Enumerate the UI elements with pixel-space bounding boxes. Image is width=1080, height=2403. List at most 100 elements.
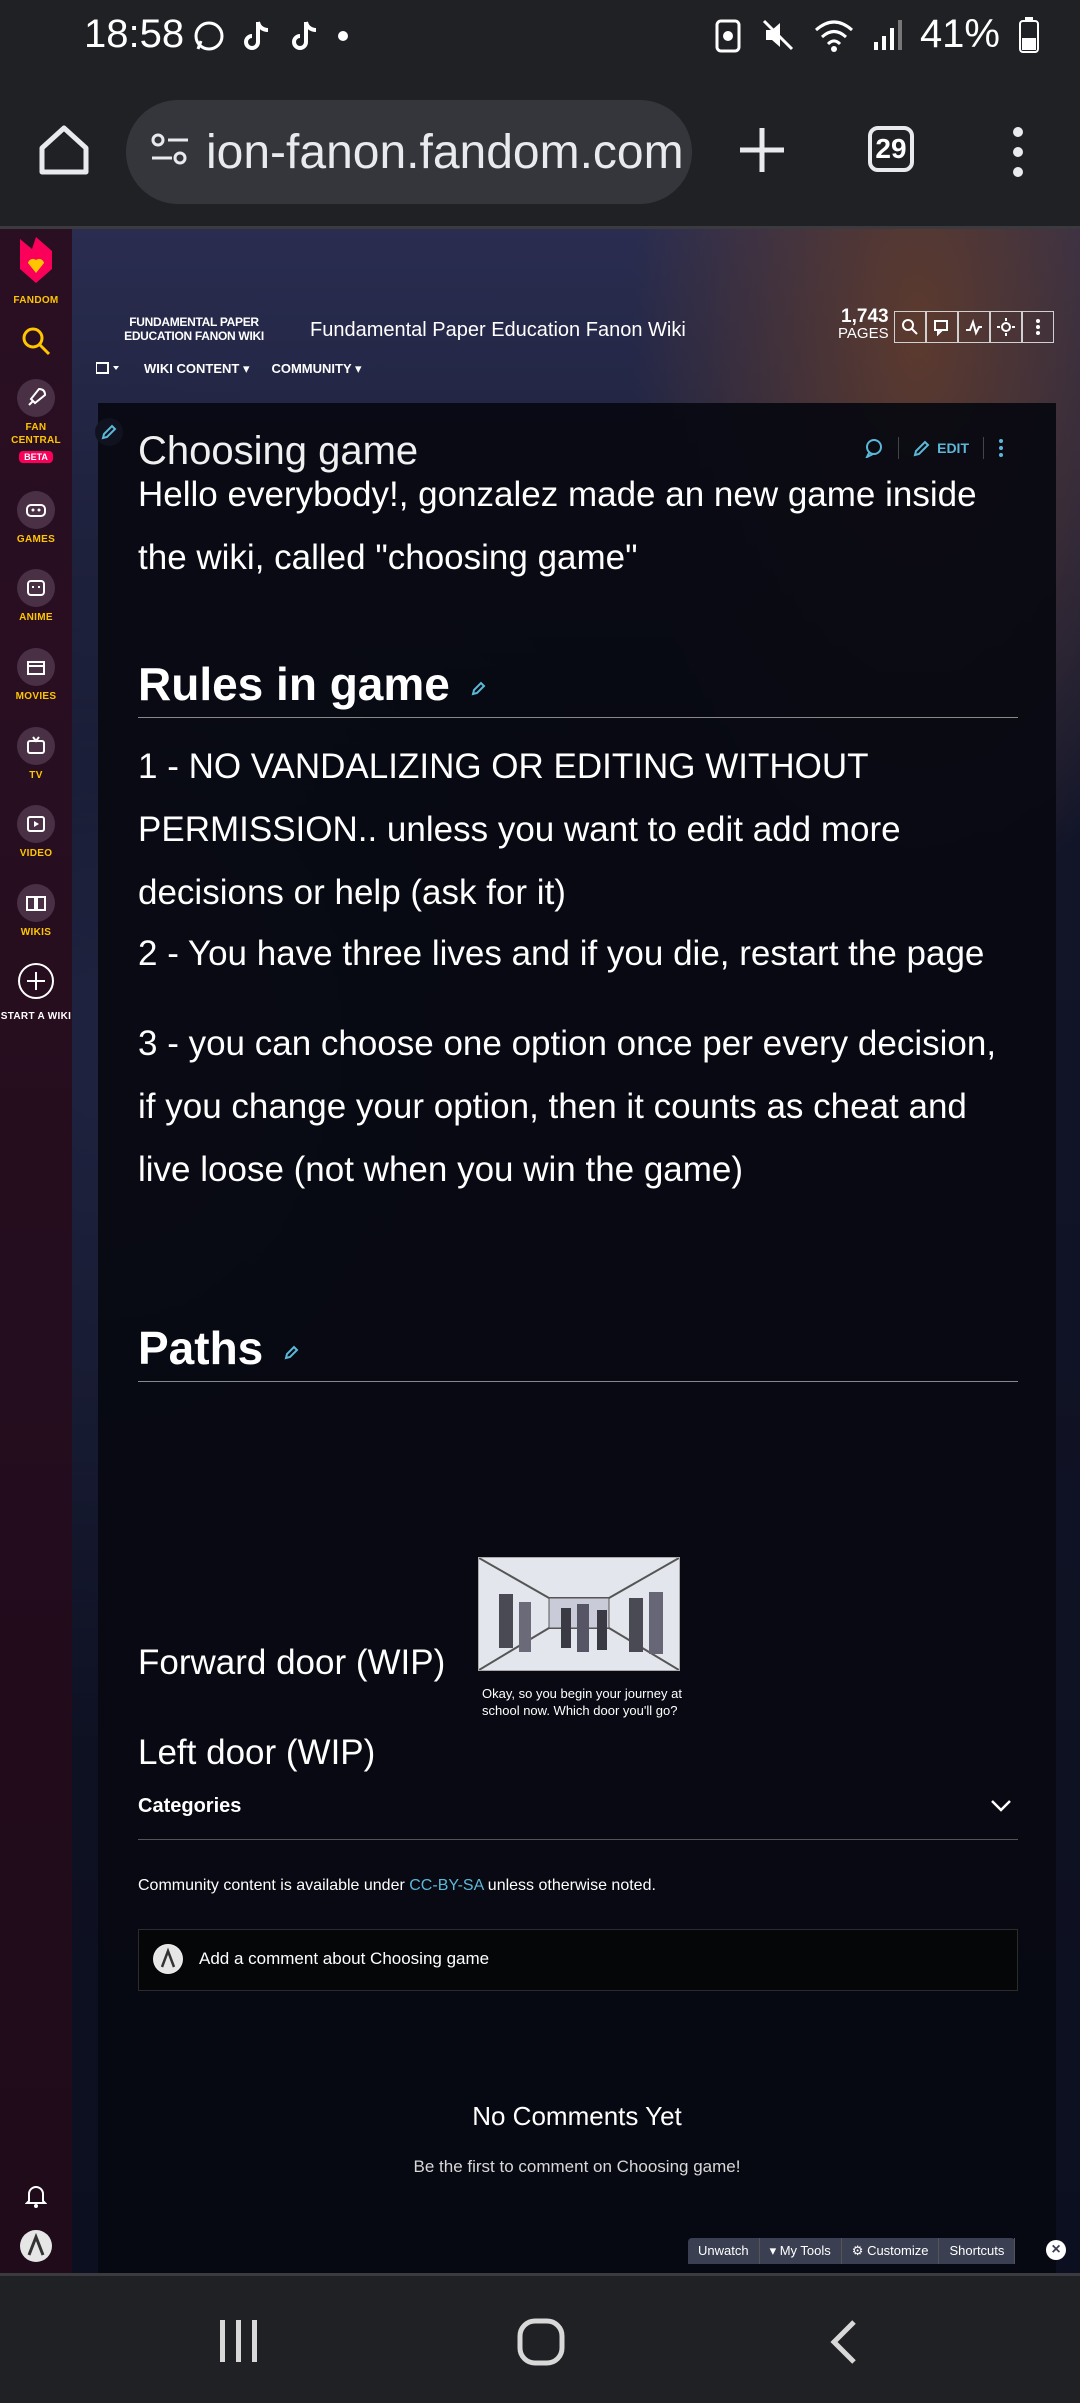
fandom-global-nav: FANDOM FAN CENTRAL BETA GAMES ANIME MOVI… <box>0 229 72 2273</box>
rail-item-wikis[interactable]: WIKIS <box>0 884 72 939</box>
section-heading-rules: Rules in game <box>138 657 1018 718</box>
pencil-icon[interactable] <box>284 1344 300 1360</box>
tiktok-icon <box>292 21 317 50</box>
play-icon <box>17 805 55 843</box>
search-icon <box>22 327 51 356</box>
back-icon[interactable] <box>826 2318 860 2366</box>
more-vert-icon[interactable] <box>1008 124 1028 180</box>
school-hallway-image[interactable] <box>478 1557 680 1671</box>
actions-divider <box>898 437 900 459</box>
notifications-button[interactable] <box>0 2183 72 2214</box>
rail-item-anime[interactable]: ANIME <box>0 569 72 624</box>
site-settings-icon[interactable] <box>148 128 192 172</box>
rail-item-movies[interactable]: MOVIES <box>0 648 72 703</box>
tiktok-icon <box>244 21 269 50</box>
beta-badge: BETA <box>19 451 53 463</box>
article-content: Choosing game EDIT Hello everybody!, gon… <box>95 403 1056 2273</box>
tv-icon <box>17 727 55 765</box>
pages-count-number: 1,743 <box>841 306 889 327</box>
rail-item-video[interactable]: VIDEO <box>0 805 72 860</box>
unwatch-button[interactable]: Unwatch <box>688 2238 760 2264</box>
path-left-door[interactable]: Left door (WIP) <box>138 1733 375 1773</box>
no-comments-subtitle: Be the first to comment on Choosing game… <box>413 2157 741 2176</box>
explore-menu[interactable] <box>95 361 122 377</box>
home-icon[interactable] <box>36 122 92 178</box>
rail-label: ANIME <box>19 612 53 623</box>
tab-switcher-button[interactable]: 29 <box>868 126 914 172</box>
wiki-header: FUNDAMENTAL PAPER EDUCATION FANON WIKI F… <box>95 299 1060 419</box>
fandom-logo-link[interactable]: FANDOM <box>0 235 72 307</box>
gamepad-icon <box>17 491 55 529</box>
rule-paragraph: 1 - NO VANDALIZING OR EDITING WITHOUT PE… <box>138 747 901 912</box>
rail-search[interactable] <box>0 325 72 362</box>
intro-paragraph: Hello everybody!, gonzalez made an new g… <box>138 475 977 577</box>
section-heading-paths: Paths <box>138 1321 1018 1382</box>
avatar-icon <box>20 2230 52 2262</box>
pencil-icon[interactable] <box>471 680 487 696</box>
system-nav-bar <box>0 2273 1080 2403</box>
wiki-logo[interactable]: FUNDAMENTAL PAPER EDUCATION FANON WIKI <box>104 315 284 343</box>
activity-button[interactable] <box>958 311 990 343</box>
license-link[interactable]: CC-BY-SA <box>409 1877 483 1894</box>
customize-button[interactable]: ⚙ Customize <box>842 2238 940 2264</box>
user-avatar[interactable] <box>0 2229 72 2268</box>
rail-item-start-wiki[interactable]: START A WIKI <box>0 961 72 1023</box>
theme-button[interactable] <box>990 311 1022 343</box>
nav-wiki-content[interactable]: WIKI CONTENT ▾ <box>144 361 249 377</box>
wiki-nav: WIKI CONTENT ▾ COMMUNITY ▾ <box>95 361 362 377</box>
search-button[interactable] <box>894 311 926 343</box>
recents-icon[interactable] <box>216 2318 262 2364</box>
path-forward-door[interactable]: Forward door (WIP) <box>138 1643 445 1683</box>
add-comment-box[interactable]: Add a comment about Choosing game <box>138 1929 1018 1991</box>
rail-item-fan-central[interactable]: FAN CENTRAL BETA <box>0 379 72 465</box>
anime-face-icon <box>17 569 55 607</box>
battery-icon <box>1019 16 1039 53</box>
browser-toolbar: ion-fanon.fandom.com 29 <box>0 78 1080 229</box>
comment-icon[interactable] <box>864 438 884 458</box>
wiki-more-button[interactable] <box>1022 311 1054 343</box>
more-vert-icon[interactable] <box>998 438 1004 458</box>
rail-item-tv[interactable]: TV <box>0 727 72 782</box>
categories-toggle[interactable]: Categories <box>138 1795 1018 1840</box>
categories-label: Categories <box>138 1795 242 1817</box>
whatsapp-icon <box>194 21 224 51</box>
edit-button[interactable]: EDIT <box>913 439 969 457</box>
my-tools-button[interactable]: ▾ My Tools <box>760 2238 842 2264</box>
home-nav-icon[interactable] <box>516 2318 566 2366</box>
rail-item-games[interactable]: GAMES <box>0 491 72 546</box>
new-tab-icon[interactable] <box>734 122 790 178</box>
dot-icon <box>338 31 348 41</box>
fandom-logo-label: FANDOM <box>13 295 59 306</box>
pages-count-label: PAGES <box>838 325 889 342</box>
rail-label: START A WIKI <box>0 1011 72 1022</box>
signal-icon <box>873 19 902 50</box>
rule-paragraph: 2 - You have three lives and if you die,… <box>138 934 985 973</box>
notification-icons <box>192 18 350 54</box>
rail-label: GAMES <box>16 534 56 545</box>
discussions-icon <box>934 320 948 336</box>
license-notice: Community content is available under CC-… <box>138 1877 656 1894</box>
image-caption: Okay, so you begin your journey at schoo… <box>482 1686 682 1718</box>
close-toolbar-icon[interactable]: × <box>1046 2240 1066 2260</box>
web-page: FANDOM FAN CENTRAL BETA GAMES ANIME MOVI… <box>0 229 1080 2273</box>
actions-divider <box>983 437 984 459</box>
rail-label: TV <box>29 770 43 781</box>
chevron-down-icon <box>991 1800 1011 1812</box>
wiki-toolbar: Unwatch ▾ My Tools ⚙ Customize Shortcuts <box>688 2238 1016 2264</box>
edit-label: EDIT <box>937 440 969 456</box>
pencil-icon[interactable] <box>94 417 124 447</box>
avatar-icon <box>153 1944 183 1974</box>
status-bar: 18:58 41% <box>0 0 1080 78</box>
battery-percent: 41% <box>919 12 1000 56</box>
page-actions: EDIT <box>864 437 1004 459</box>
wiki-name[interactable]: Fundamental Paper Education Fanon Wiki <box>310 319 686 342</box>
discussions-button[interactable] <box>926 311 958 343</box>
address-bar[interactable]: ion-fanon.fandom.com <box>126 100 692 204</box>
status-right: 41% <box>714 12 1040 57</box>
nav-community[interactable]: COMMUNITY ▾ <box>271 361 361 377</box>
rail-label: MOVIES <box>15 691 57 702</box>
mute-icon <box>762 19 793 50</box>
add-circle-icon <box>18 963 54 999</box>
shortcuts-button[interactable]: Shortcuts <box>939 2238 1016 2264</box>
no-comments-title: No Comments Yet <box>472 2101 682 2131</box>
